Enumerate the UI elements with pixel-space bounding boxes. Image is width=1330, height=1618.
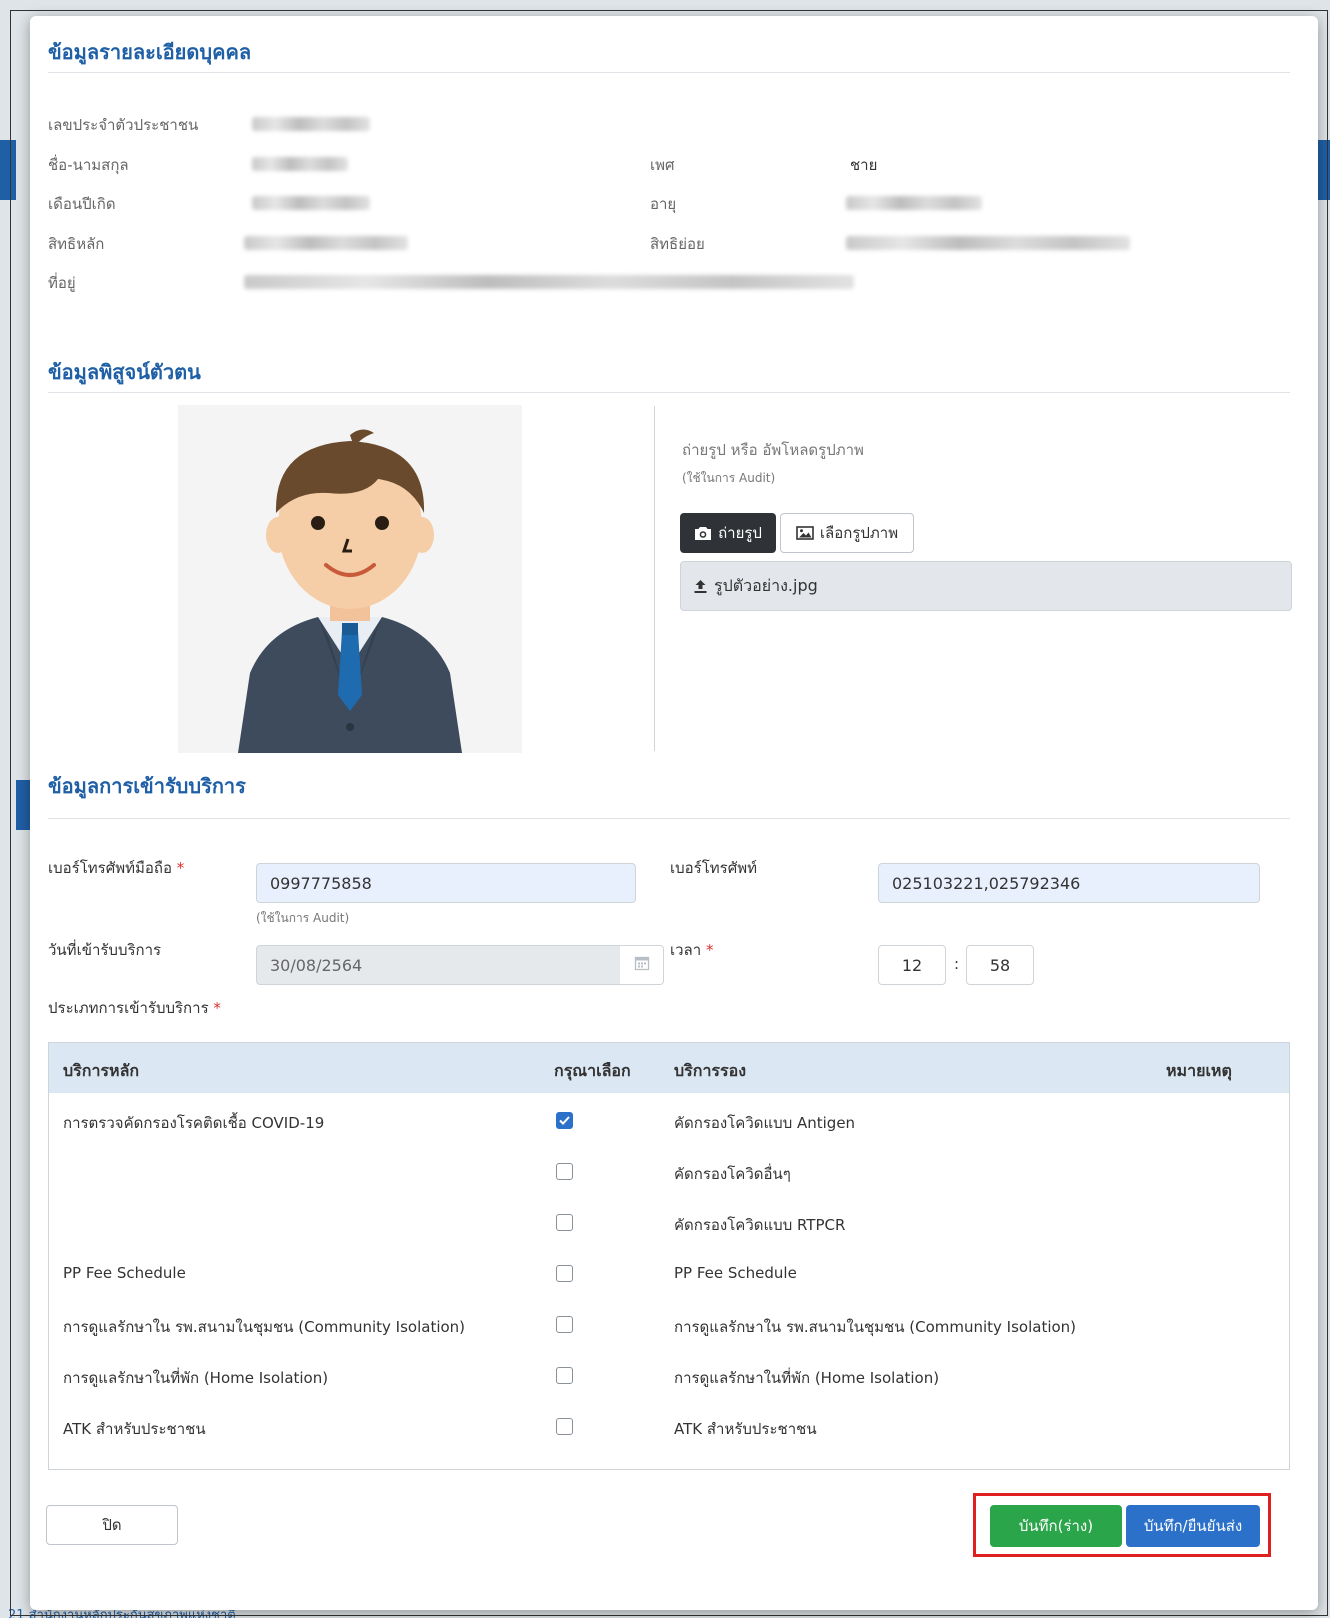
service-checkbox[interactable] xyxy=(556,1316,573,1333)
save-draft-button[interactable]: บันทึก(ร่าง) xyxy=(990,1505,1122,1547)
service-type-label-text: ประเภทการเข้ารับบริการ xyxy=(48,999,209,1017)
table-row: การตรวจคัดกรองโรคติดเชื้อ COVID-19 คัดกรอ… xyxy=(49,1095,1289,1146)
uploaded-file-name: รูปตัวอย่าง.jpg xyxy=(714,575,818,595)
time-separator: : xyxy=(954,955,960,973)
mobile-audit-note: (ใช้ในการ Audit) xyxy=(256,911,350,925)
table-row: คัดกรองโควิดอื่นๆ xyxy=(49,1146,1289,1197)
sub-service-cell: คัดกรองโควิดอื่นๆ xyxy=(674,1165,791,1183)
person-section-title: ข้อมูลรายละเอียดบุคคล xyxy=(48,40,252,64)
check-icon xyxy=(559,1116,570,1125)
header-main-service: บริการหลัก xyxy=(63,1061,140,1080)
main-right-label: สิทธิหลัก xyxy=(48,235,105,253)
section-divider xyxy=(48,72,1290,73)
birth-label: เดือนปีเกิด xyxy=(48,195,116,213)
address-label: ที่อยู่ xyxy=(48,274,76,292)
time-label-text: เวลา xyxy=(670,941,702,959)
required-mark: * xyxy=(176,859,185,877)
identity-section-title: ข้อมูลพิสูจน์ตัวตน xyxy=(48,360,201,384)
citizen-id-value-blurred xyxy=(252,117,370,131)
sub-right-label: สิทธิย่อย xyxy=(650,235,705,253)
sub-service-cell: PP Fee Schedule xyxy=(674,1264,797,1282)
calendar-icon xyxy=(634,955,650,975)
sub-service-cell: คัดกรองโควิดแบบ RTPCR xyxy=(674,1216,846,1234)
take-photo-label: ถ่ายรูป xyxy=(718,524,762,542)
image-icon xyxy=(796,526,814,540)
service-checkbox[interactable] xyxy=(556,1367,573,1384)
camera-icon xyxy=(694,526,712,541)
main-service-cell: PP Fee Schedule xyxy=(63,1264,186,1282)
age-value-blurred xyxy=(846,196,982,210)
name-value-blurred xyxy=(252,157,348,171)
sub-right-value-blurred xyxy=(846,236,1130,250)
header-select: กรุณาเลือก xyxy=(554,1061,631,1080)
phone-input[interactable]: 025103221,025792346 xyxy=(878,863,1260,903)
background-blue-block xyxy=(16,780,30,830)
take-photo-button[interactable]: ถ่ายรูป xyxy=(680,513,776,553)
upload-hint: ถ่ายรูป หรือ อัพโหลดรูปภาพ xyxy=(682,441,864,459)
main-service-cell: การดูแลรักษาใน รพ.สนามในชุมชน (Community… xyxy=(63,1318,466,1336)
upload-icon xyxy=(693,579,708,594)
photo-separator xyxy=(654,406,655,751)
header-sub-service: บริการรอง xyxy=(674,1061,747,1080)
main-service-cell: การดูแลรักษาในที่พัก (Home Isolation) xyxy=(63,1369,329,1387)
table-header: บริการหลัก กรุณาเลือก บริการรอง หมายเหตุ xyxy=(49,1043,1289,1093)
sub-service-cell: คัดกรองโควิดแบบ Antigen xyxy=(674,1114,856,1132)
main-service-cell: ATK สำหรับประชาชน xyxy=(63,1420,206,1438)
close-button[interactable]: ปิด xyxy=(46,1505,178,1545)
address-value-blurred xyxy=(244,275,854,289)
header-note: หมายเหตุ xyxy=(1166,1061,1232,1080)
service-checkbox[interactable] xyxy=(556,1265,573,1282)
mobile-input[interactable]: 0997775858 xyxy=(256,863,636,903)
sub-service-cell: ATK สำหรับประชาชน xyxy=(674,1420,817,1438)
background-blue-block xyxy=(0,140,16,200)
gender-label: เพศ xyxy=(650,156,675,174)
gender-value: ชาย xyxy=(850,156,878,174)
service-checkbox[interactable] xyxy=(556,1418,573,1435)
service-type-label: ประเภทการเข้ารับบริการ * xyxy=(48,996,221,1020)
service-checkbox[interactable] xyxy=(556,1163,573,1180)
time-label: เวลา * xyxy=(670,938,713,962)
table-row: การดูแลรักษาใน รพ.สนามในชุมชน (Community… xyxy=(49,1299,1289,1350)
calendar-button[interactable] xyxy=(620,945,664,985)
person-photo xyxy=(178,405,522,753)
mobile-label: เบอร์โทรศัพท์มือถือ * xyxy=(48,856,184,880)
choose-image-label: เลือกรูปภาพ xyxy=(819,524,899,542)
phone-label: เบอร์โทรศัพท์ xyxy=(670,859,758,877)
service-date-input[interactable]: 30/08/2564 xyxy=(256,945,622,985)
choose-image-button[interactable]: เลือกรูปภาพ xyxy=(780,513,914,553)
sub-service-cell: การดูแลรักษาใน รพ.สนามในชุมชน (Community… xyxy=(674,1318,1077,1336)
age-label: อายุ xyxy=(650,195,677,213)
service-checkbox[interactable] xyxy=(556,1112,573,1129)
section-divider xyxy=(48,818,1290,819)
table-row: คัดกรองโควิดแบบ RTPCR xyxy=(49,1197,1289,1248)
service-date-label: วันที่เข้ารับบริการ xyxy=(48,941,162,959)
required-mark: * xyxy=(213,999,221,1017)
mobile-label-text: เบอร์โทรศัพท์มือถือ xyxy=(48,859,172,877)
required-mark: * xyxy=(705,941,714,959)
uploaded-file-box[interactable]: รูปตัวอย่าง.jpg xyxy=(680,561,1292,611)
service-type-table: บริการหลัก กรุณาเลือก บริการรอง หมายเหตุ… xyxy=(48,1042,1290,1470)
citizen-id-label: เลขประจำตัวประชาชน xyxy=(48,116,199,134)
table-row: ATK สำหรับประชาชน ATK สำหรับประชาชน xyxy=(49,1401,1289,1452)
save-submit-button[interactable]: บันทึก/ยืนยันส่ง xyxy=(1126,1505,1260,1547)
person-detail-modal: ข้อมูลรายละเอียดบุคคล เลขประจำตัวประชาชน… xyxy=(30,16,1318,1610)
service-section-title: ข้อมูลการเข้ารับบริการ xyxy=(48,774,246,798)
time-minute-input[interactable]: 58 xyxy=(966,945,1034,985)
birth-value-blurred xyxy=(252,196,370,210)
table-row: การดูแลรักษาในที่พัก (Home Isolation) การ… xyxy=(49,1350,1289,1401)
avatar-illustration xyxy=(238,429,462,753)
time-hour-input[interactable]: 12 xyxy=(878,945,946,985)
main-right-value-blurred xyxy=(244,236,408,250)
table-row: PP Fee Schedule PP Fee Schedule xyxy=(49,1248,1289,1299)
sub-service-cell: การดูแลรักษาในที่พัก (Home Isolation) xyxy=(674,1369,940,1387)
audit-note: (ใช้ในการ Audit) xyxy=(682,471,776,485)
service-checkbox[interactable] xyxy=(556,1214,573,1231)
main-service-cell: การตรวจคัดกรองโรคติดเชื้อ COVID-19 xyxy=(63,1114,325,1132)
section-divider xyxy=(48,392,1290,393)
name-label: ชื่อ-นามสกุล xyxy=(48,156,129,174)
